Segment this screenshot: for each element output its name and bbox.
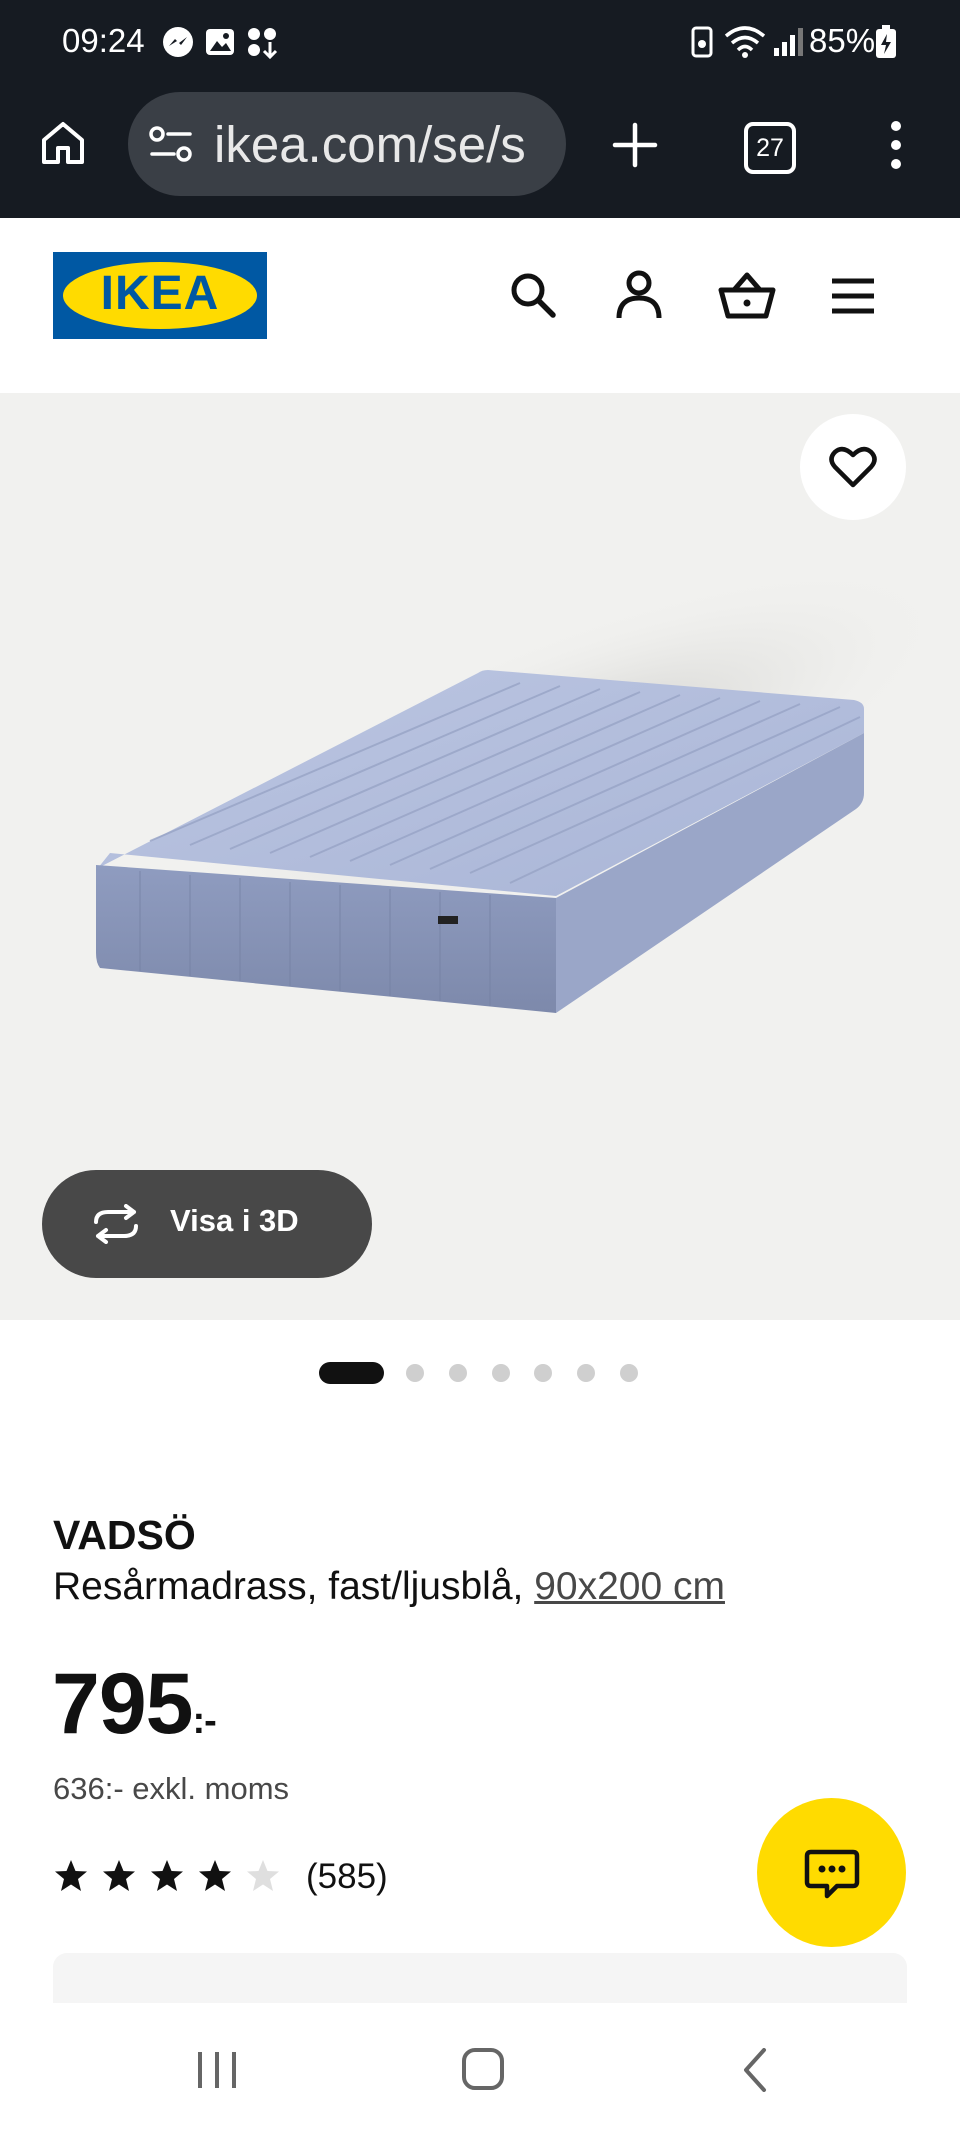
ikea-logo-text: IKEA [100,267,220,320]
product-type: Resårmadrass, fast/ljusblå, [53,1565,524,1608]
carousel-dot[interactable] [492,1364,510,1382]
back-icon[interactable] [738,2048,772,2092]
home-nav-icon[interactable] [460,2046,506,2092]
product-description: Resårmadrass, fast/ljusblå, 90x200 cm [53,1565,725,1609]
cart-icon[interactable] [718,270,776,320]
price-value: 795 [52,1656,193,1752]
site-settings-icon[interactable] [148,124,194,164]
product-size-link[interactable]: 90x200 cm [534,1565,725,1608]
star-filled-icon [151,1860,183,1891]
battery-icon [876,25,896,58]
product-name: VADSÖ [53,1512,196,1558]
view-3d-button[interactable]: Visa i 3D [42,1170,372,1278]
view-3d-label: Visa i 3D [170,1203,299,1238]
recent-apps-icon[interactable] [194,2050,240,2090]
carousel-dot-active[interactable] [319,1362,384,1384]
gallery-icon [206,29,234,55]
menu-icon[interactable] [830,276,876,316]
star-filled-icon [103,1860,135,1891]
favorite-button[interactable] [800,414,906,520]
apps-icon [248,28,278,60]
user-icon[interactable] [614,268,664,322]
star-filled-icon [199,1860,231,1891]
url-text[interactable]: ikea.com/se/s [214,115,554,174]
star-empty-icon [247,1860,279,1891]
star-filled-icon [55,1860,87,1891]
rotate-3d-icon [94,1204,138,1244]
new-tab-icon[interactable] [612,122,658,168]
tabs-icon[interactable]: 27 [744,122,796,174]
messenger-icon [163,27,193,57]
carousel-dot[interactable] [406,1364,424,1382]
wifi-icon [724,26,766,58]
carousel-dot[interactable] [449,1364,467,1382]
carousel-dot[interactable] [577,1364,595,1382]
more-icon[interactable] [882,118,910,172]
chat-icon [804,1849,860,1899]
carousel-dot[interactable] [534,1364,552,1382]
signal-icon [774,28,803,56]
product-price: 795:- [52,1655,217,1754]
chat-button[interactable] [757,1798,906,1947]
heart-icon [829,446,877,488]
battery-saver-icon [691,26,713,58]
battery-percent: 85% [809,22,876,59]
price-excl-vat: 636:- exkl. moms [53,1771,290,1806]
review-count[interactable]: (585) [306,1857,388,1897]
price-suffix: :- [192,1700,217,1742]
search-icon[interactable] [508,270,558,320]
carousel-dot[interactable] [620,1364,638,1382]
status-time: 09:24 [62,22,145,59]
home-icon[interactable] [38,118,88,168]
